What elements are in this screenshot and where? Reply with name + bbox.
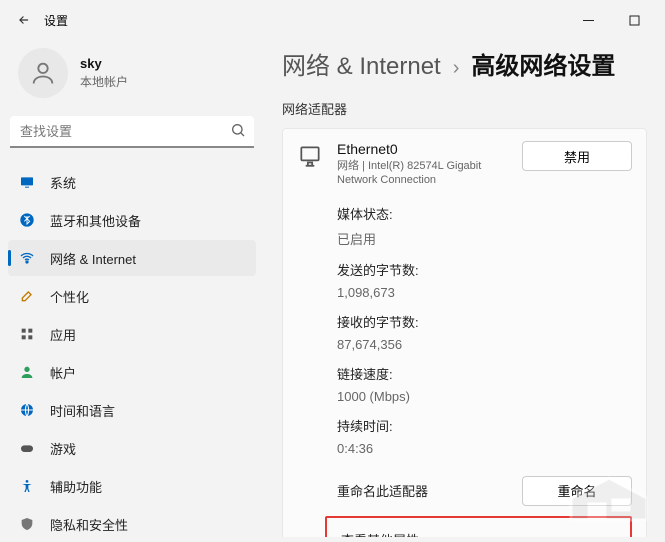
link-speed-label: 链接速度: [337,364,632,383]
account-icon [18,363,36,381]
nav-label: 应用 [50,325,76,344]
nav-item-accounts[interactable]: 帐户 [8,354,256,390]
globe-icon [18,401,36,419]
shield-icon [18,515,36,533]
brush-icon [18,287,36,305]
duration-label: 持续时间: [337,416,632,435]
nav-item-time-language[interactable]: 时间和语言 [8,392,256,428]
rename-row: 重命名此适配器 重命名 [337,476,632,506]
view-other-properties[interactable]: 查看其他属性 [325,516,632,537]
profile-name: sky [80,56,128,71]
nav-item-bluetooth[interactable]: 蓝牙和其他设备 [8,202,256,238]
adapter-description: 网络 | Intel(R) 82574L Gigabit Network Con… [337,159,494,188]
maximize-button[interactable] [611,4,657,36]
bytes-sent-value: 1,098,673 [337,285,632,300]
chevron-right-icon: › [453,57,460,80]
nav-item-accessibility[interactable]: 辅助功能 [8,468,256,504]
minimize-button[interactable] [565,4,611,36]
arrow-left-icon [17,13,31,27]
nav-item-system[interactable]: 系统 [8,164,256,200]
title-bar: 设置 [0,0,665,40]
nav-label: 隐私和安全性 [50,515,128,534]
nav-label: 游戏 [50,439,76,458]
sidebar: sky 本地帐户 系统 蓝牙和其他设备 网络 & Internet [0,40,264,537]
content-pane: 网络 & Internet › 高级网络设置 网络适配器 Ethernet0 网… [264,40,665,537]
nav-label: 网络 & Internet [50,249,136,268]
view-other-properties-label: 查看其他属性 [341,530,616,537]
nav-label: 辅助功能 [50,477,102,496]
link-speed-value: 1000 (Mbps) [337,389,632,404]
nav-item-apps[interactable]: 应用 [8,316,256,352]
nav-label: 蓝牙和其他设备 [50,211,141,230]
nav-label: 个性化 [50,287,89,306]
duration-value: 0:4:36 [337,441,632,456]
apps-icon [18,325,36,343]
breadcrumb-parent[interactable]: 网络 & Internet [282,46,441,81]
adapter-name: Ethernet0 [337,141,494,157]
bluetooth-icon [18,211,36,229]
maximize-icon [629,15,640,26]
adapter-card: Ethernet0 网络 | Intel(R) 82574L Gigabit N… [282,128,647,537]
search-container [10,116,254,148]
search-input[interactable] [10,116,254,148]
disable-button[interactable]: 禁用 [522,141,632,171]
breadcrumb-current: 高级网络设置 [471,46,615,81]
display-icon [18,173,36,191]
window-title: 设置 [44,12,68,29]
gaming-icon [18,439,36,457]
nav-label: 时间和语言 [50,401,115,420]
bytes-recv-value: 87,674,356 [337,337,632,352]
person-icon [29,59,57,87]
minimize-icon [583,15,594,26]
bytes-recv-label: 接收的字节数: [337,312,632,331]
ethernet-icon [297,143,323,169]
adapter-header[interactable]: Ethernet0 网络 | Intel(R) 82574L Gigabit N… [297,141,632,188]
media-status-label: 媒体状态: [337,204,632,223]
media-status-value: 已启用 [337,229,632,248]
profile-sub: 本地帐户 [80,73,128,90]
back-button[interactable] [8,4,40,36]
avatar [18,48,68,98]
nav-item-personalization[interactable]: 个性化 [8,278,256,314]
accessibility-icon [18,477,36,495]
rename-button[interactable]: 重命名 [522,476,632,506]
rename-label: 重命名此适配器 [337,481,510,500]
nav-item-gaming[interactable]: 游戏 [8,430,256,466]
bytes-sent-label: 发送的字节数: [337,260,632,279]
profile-section[interactable]: sky 本地帐户 [8,40,256,116]
nav-label: 帐户 [50,363,76,382]
adapter-details: 媒体状态: 已启用 发送的字节数: 1,098,673 接收的字节数: 87,6… [337,204,632,462]
section-adapters-label: 网络适配器 [282,99,647,118]
search-icon [230,122,246,143]
wifi-icon [18,249,36,267]
nav-label: 系统 [50,173,76,192]
nav-item-network[interactable]: 网络 & Internet [8,240,256,276]
nav-list: 系统 蓝牙和其他设备 网络 & Internet 个性化 应用 帐户 [8,164,256,542]
breadcrumb: 网络 & Internet › 高级网络设置 [282,46,647,81]
